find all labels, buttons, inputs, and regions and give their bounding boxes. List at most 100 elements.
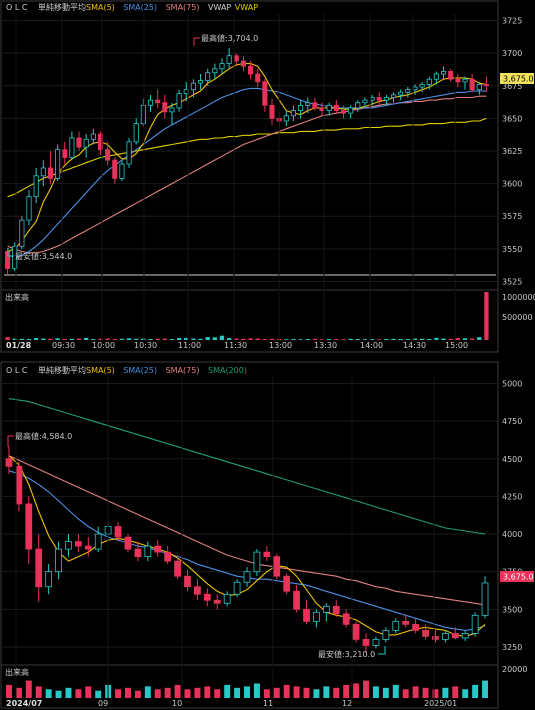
candle — [471, 612, 479, 637]
volume-bar — [341, 339, 346, 340]
volume-bar — [169, 339, 175, 340]
candle — [273, 553, 281, 580]
volume-bar — [333, 687, 340, 698]
x-tick-label: 09 — [98, 699, 108, 708]
x-tick-label: 2024/07 — [6, 699, 42, 708]
candle — [69, 131, 75, 161]
candle — [382, 627, 390, 643]
volume-bar — [432, 689, 439, 698]
candle — [223, 591, 231, 607]
volume-bar — [477, 337, 482, 340]
intraday-chart: O L C 単純移動平均 SMA(5) SMA(25) SMA(75) VWAP VWA… — [0, 0, 535, 353]
candle — [376, 92, 382, 106]
chart-screen: O L C 単純移動平均 SMA(5) SMA(25) SMA(75) VWAP VWA… — [0, 0, 535, 709]
series-line-sma75 — [7, 95, 487, 254]
candle — [174, 555, 181, 580]
volume-bar — [191, 338, 196, 340]
candle — [35, 534, 43, 602]
candle — [402, 615, 410, 628]
daily-header: O L C 単純移動平均 SMA(5) SMA(25) SMA(75) SMA(200… — [6, 365, 247, 375]
price-tick-label: 4250 — [502, 492, 522, 501]
volume-bar — [392, 684, 399, 698]
volume-bar — [253, 683, 260, 698]
legend-vwap: VWAP — [208, 3, 231, 12]
candle — [405, 87, 411, 98]
volume-bar — [422, 687, 429, 698]
price-tick-label: 4500 — [502, 455, 522, 464]
volume-bar — [35, 686, 42, 698]
legend-sma5: SMA(5) — [86, 3, 115, 12]
candle — [441, 630, 449, 643]
volume-bar — [226, 338, 232, 340]
candle — [440, 66, 447, 80]
candle — [155, 89, 161, 108]
price-tick-label: 3575 — [502, 212, 522, 221]
candle — [184, 570, 191, 592]
candle — [176, 89, 182, 112]
candle — [119, 160, 125, 182]
price-tick-label: 3700 — [502, 49, 522, 58]
volume-bar — [284, 339, 289, 340]
volume-bar — [69, 338, 75, 340]
x-tick-label: 10 — [172, 699, 182, 708]
volume-bar — [198, 338, 203, 340]
volume-bar — [62, 339, 67, 340]
volume-bar — [134, 338, 139, 340]
x-tick-label: 11 — [263, 699, 273, 708]
intraday-high-marker: 最高値:3,704.0 — [193, 33, 258, 46]
x-tick-label: 11:30 — [224, 341, 247, 350]
intraday-price-tag: 3,675.0 — [500, 73, 534, 84]
daily-ohlc-label: O L C — [6, 366, 28, 375]
x-tick-label: 10:30 — [134, 341, 157, 350]
volume-bar — [472, 684, 479, 698]
volume-bar — [84, 337, 89, 340]
volume-bar — [25, 680, 32, 698]
volume-bar — [95, 690, 102, 698]
volume-bar — [448, 338, 453, 340]
candle — [162, 94, 168, 119]
volume-bar — [452, 686, 459, 698]
candle — [226, 47, 232, 69]
candle — [75, 534, 82, 553]
candle — [83, 134, 89, 158]
candle — [212, 63, 218, 80]
volume-bar — [283, 684, 290, 698]
candle — [348, 105, 354, 119]
price-tick-label: 3525 — [502, 277, 522, 286]
volume-bar — [298, 339, 303, 340]
x-tick-label: 12 — [342, 699, 352, 708]
candle — [340, 105, 347, 119]
candle — [398, 89, 404, 101]
volume-bar — [144, 686, 151, 698]
candle — [90, 128, 96, 145]
candle — [469, 74, 475, 93]
candle — [144, 541, 152, 562]
volume-bar — [164, 687, 171, 698]
volume-bar — [269, 338, 275, 340]
x-tick-label: 11:00 — [178, 341, 201, 350]
candle — [255, 68, 261, 88]
volume-bar — [105, 338, 110, 340]
daily-chart: O L C 単純移動平均 SMA(5) SMA(25) SMA(75) SMA(200… — [0, 361, 534, 709]
volume-bar — [363, 680, 369, 698]
candle — [352, 621, 360, 643]
volume-bar — [205, 337, 210, 340]
candle — [269, 98, 275, 125]
daily-volume-label: 出来高 — [5, 667, 29, 677]
intraday-current-price: 3,675.0 — [503, 75, 534, 84]
price-tick-label: 3725 — [502, 17, 522, 26]
legend-sma75: SMA(75) — [166, 366, 200, 375]
candle — [412, 618, 419, 634]
candle — [483, 76, 489, 93]
price-tick-label: 4750 — [502, 417, 522, 426]
volume-bar — [85, 686, 92, 698]
candle — [203, 588, 211, 607]
price-tick-label: 3600 — [502, 180, 522, 189]
candle — [298, 100, 304, 119]
volume-bar — [323, 686, 330, 698]
volume-bar — [384, 339, 389, 340]
volume-bar — [312, 338, 318, 340]
price-tick-label: 5000 — [502, 380, 522, 389]
legend-sma75: SMA(75) — [166, 3, 200, 12]
volume-bar — [353, 683, 360, 698]
